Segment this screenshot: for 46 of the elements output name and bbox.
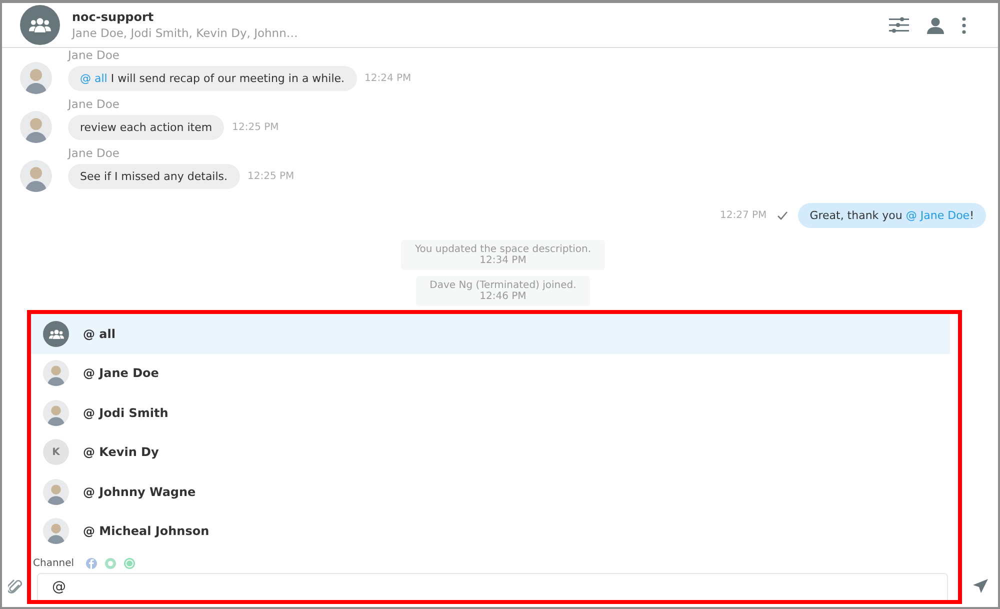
- channel-label: Channel: [33, 558, 74, 568]
- mention-label: @ Johnny Wagne: [83, 484, 196, 499]
- message-bubble: Great, thank you @ Jane Doe!: [798, 203, 986, 228]
- mention-option[interactable]: K @ Kevin Dy: [31, 432, 950, 472]
- channel-title: noc-support: [72, 10, 155, 24]
- sender-name: Jane Doe: [68, 48, 120, 62]
- mention-option[interactable]: @ Jane Doe: [31, 354, 950, 393]
- avatar: [20, 160, 52, 192]
- group-icon: [48, 328, 64, 339]
- settings-icon[interactable]: [889, 17, 909, 33]
- avatar: [43, 360, 69, 386]
- message-time: 12:27 PM: [720, 210, 767, 221]
- paperclip-icon[interactable]: [8, 579, 22, 595]
- avatar: [20, 62, 52, 94]
- notice-time: 12:34 PM: [480, 255, 526, 266]
- sender-name: Jane Doe: [68, 146, 120, 160]
- mention-label: @ Kevin Dy: [83, 445, 159, 460]
- mention-label: @ Jane Doe: [83, 366, 159, 380]
- mention-label: @ Micheal Johnson: [83, 524, 210, 538]
- message-input[interactable]: @: [37, 573, 948, 600]
- more-icon[interactable]: [962, 16, 966, 34]
- mention-option[interactable]: @ Jodi Smith: [31, 393, 950, 432]
- member-list: Jane Doe, Jodi Smith, Kevin Dy, Johnn…: [72, 26, 877, 40]
- message-bubble: See if I missed any details.: [68, 164, 240, 188]
- notice-text: You updated the space description.: [414, 244, 592, 255]
- person-icon[interactable]: [927, 16, 944, 34]
- avatar: [43, 400, 69, 426]
- group-icon: [29, 17, 51, 33]
- mention-option[interactable]: @ Johnny Wagne: [31, 472, 950, 512]
- notice-text: Dave Ng (Terminated) joined.: [430, 280, 576, 291]
- message-time: 12:25 PM: [232, 122, 279, 132]
- mention-option[interactable]: @ Micheal Johnson: [31, 512, 950, 551]
- avatar: K: [43, 439, 69, 466]
- message-bubble: review each action item: [68, 114, 224, 140]
- avatar: [20, 111, 52, 143]
- send-icon[interactable]: [972, 579, 988, 593]
- message-time: 12:25 PM: [248, 170, 294, 182]
- message-time: 12:24 PM: [364, 72, 412, 84]
- avatar: [43, 518, 69, 544]
- avatar: [43, 478, 69, 505]
- mention-label: @ all: [83, 326, 116, 341]
- mention-option[interactable]: @ all: [31, 314, 950, 354]
- message-bubble: @ all I will send recap of our meeting in a while.: [68, 66, 357, 90]
- mention-label: @ Jodi Smith: [83, 406, 168, 420]
- sender-name: Jane Doe: [68, 97, 120, 111]
- notice-time: 12:46 PM: [480, 291, 526, 302]
